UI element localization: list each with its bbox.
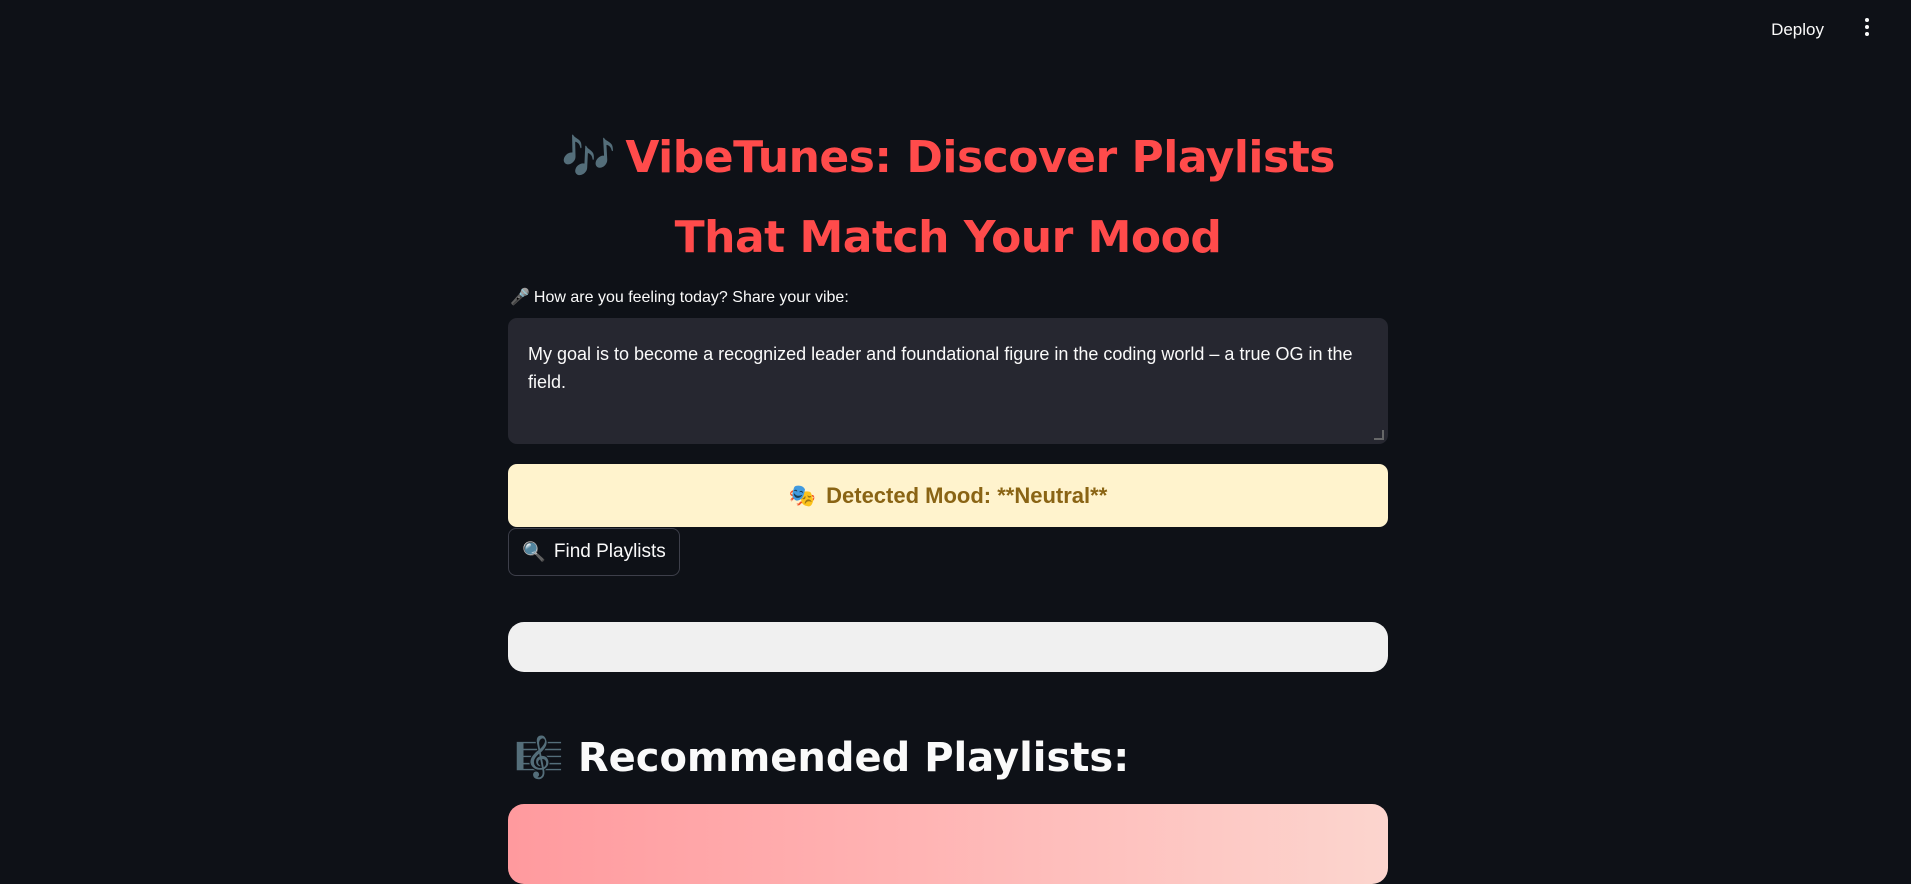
magnifier-icon: 🔍 <box>522 542 546 563</box>
kebab-menu-icon[interactable] <box>1861 18 1873 38</box>
top-bar: Deploy <box>0 0 1911 56</box>
page-title-text: VibeTunes: Discover Playlists That Match… <box>625 132 1335 263</box>
playlist-card <box>508 804 1388 884</box>
input-label: 🎤 How are you feeling today? Share your v… <box>510 287 849 307</box>
recommended-heading-text: Recommended Playlists: <box>577 735 1130 781</box>
deploy-button[interactable]: Deploy <box>1765 16 1830 44</box>
microphone-icon: 🎤 <box>510 289 530 306</box>
mood-alert-text: Detected Mood: **Neutral** <box>826 482 1108 508</box>
vibe-textarea[interactable]: My goal is to become a recognized leader… <box>508 318 1388 444</box>
light-banner <box>508 622 1388 672</box>
musical-score-icon: 🎼 <box>514 735 564 781</box>
recommended-heading: 🎼 Recommended Playlists: <box>514 728 1129 788</box>
find-playlists-label: Find Playlists <box>553 541 666 562</box>
vibe-textarea-value: My goal is to become a recognized leader… <box>528 344 1353 392</box>
mood-alert: 🎭 Detected Mood: **Neutral** <box>508 464 1388 527</box>
music-notes-icon: 🎶 <box>561 132 616 183</box>
find-playlists-button[interactable]: 🔍 Find Playlists <box>508 528 680 576</box>
resize-handle[interactable] <box>1374 430 1384 440</box>
page-title: 🎶 VibeTunes: Discover Playlists That Matc… <box>508 118 1388 278</box>
input-label-text: How are you feeling today? Share your vi… <box>533 289 849 306</box>
theater-masks-icon: 🎭 <box>788 482 817 508</box>
